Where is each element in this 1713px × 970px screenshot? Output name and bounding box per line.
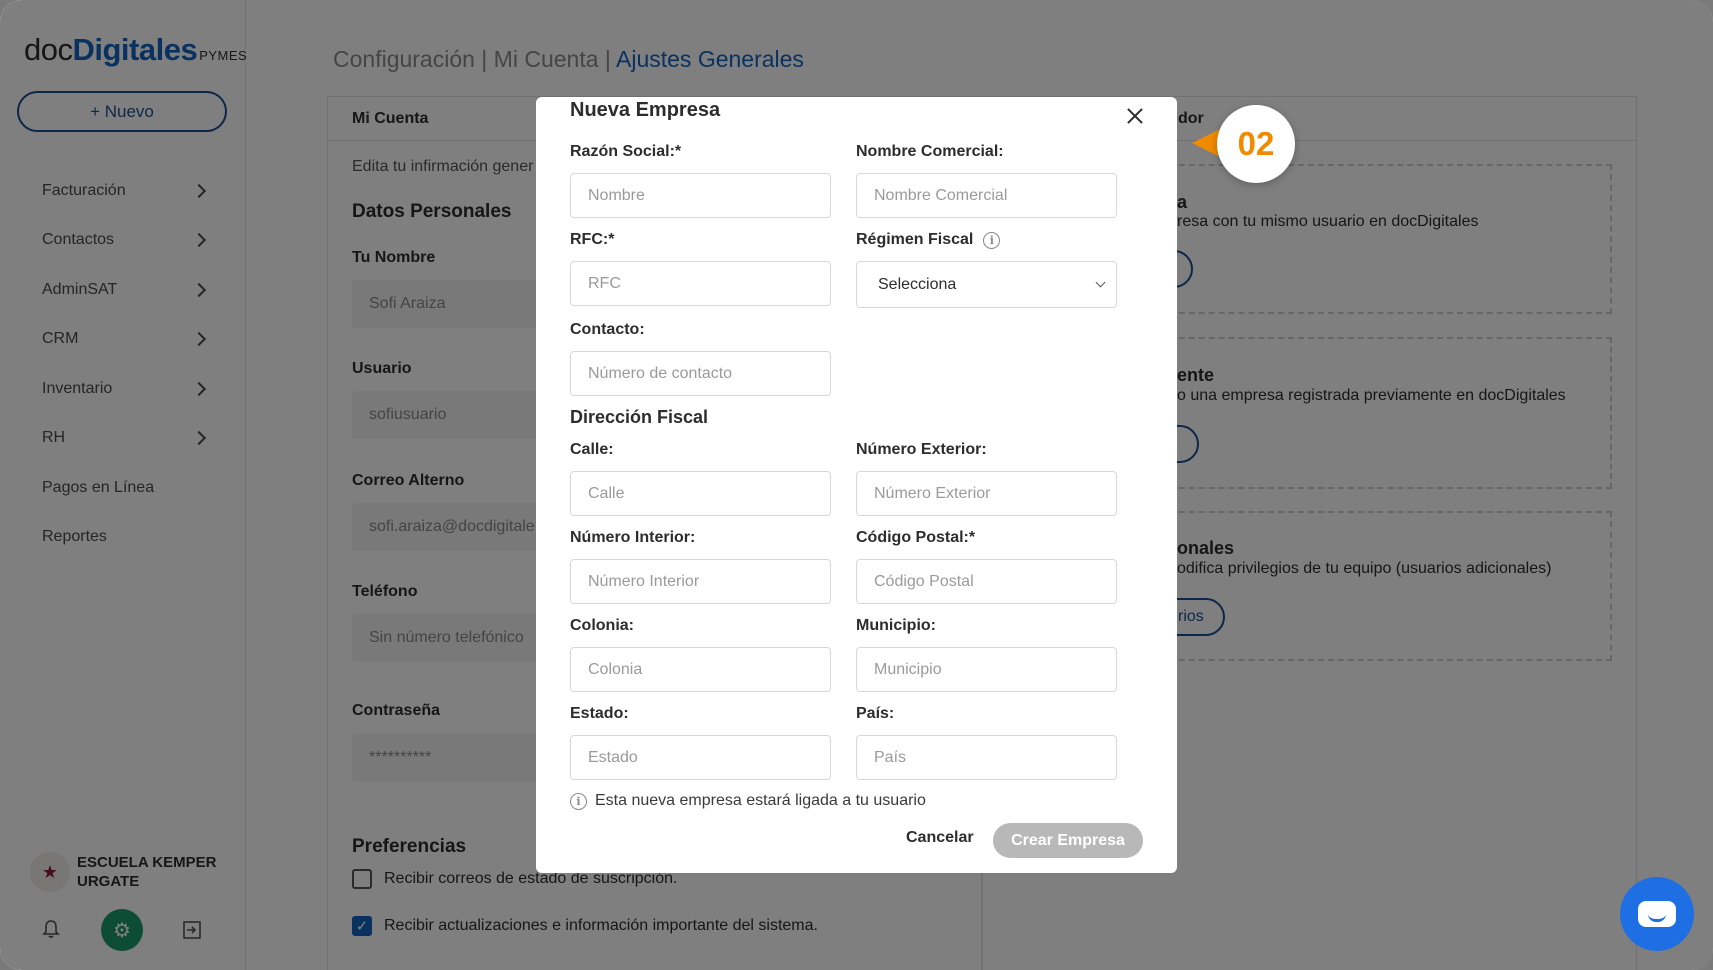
modal-title: Nueva Empresa (570, 99, 721, 121)
chevron-down-icon (1095, 277, 1106, 288)
chat-icon (1638, 901, 1676, 927)
pais-label: País: (856, 705, 895, 722)
estado-label: Estado: (570, 705, 629, 722)
numero-exterior-input[interactable] (856, 471, 1117, 516)
numero-exterior-label: Número Exterior: (856, 441, 987, 458)
info-icon[interactable]: i (983, 231, 1001, 249)
numero-interior-input[interactable] (570, 559, 831, 604)
step-callout: 02 (1217, 105, 1295, 183)
calle-label: Calle: (570, 441, 614, 458)
razon-social-label: Razón Social:* (570, 143, 682, 160)
regimen-fiscal-selected: Selecciona (878, 275, 957, 293)
info-icon: i (570, 792, 587, 810)
regimen-fiscal-select[interactable]: Selecciona (856, 261, 1117, 308)
regimen-fiscal-label: Régimen Fiscal i (856, 231, 1001, 249)
colonia-label: Colonia: (570, 617, 634, 634)
modal-note: i Esta nueva empresa estará ligada a tu u… (570, 792, 926, 810)
razon-social-input[interactable] (570, 173, 831, 218)
nombre-comercial-label: Nombre Comercial: (856, 143, 1004, 160)
cancel-button[interactable]: Cancelar (906, 829, 974, 847)
contacto-label: Contacto: (570, 321, 645, 338)
codigo-postal-label: Código Postal:* (856, 529, 976, 546)
rfc-input[interactable] (570, 261, 831, 306)
estado-input[interactable] (570, 735, 831, 780)
create-company-submit-button[interactable]: Crear Empresa (993, 823, 1143, 858)
pais-input[interactable] (856, 735, 1117, 780)
close-icon[interactable] (1124, 105, 1146, 127)
direccion-fiscal-title: Dirección Fiscal (570, 407, 709, 427)
app-window: docDigitalesPYMES + Nuevo Facturación Co… (0, 0, 1713, 970)
new-company-modal: Nueva Empresa Razón Social:* Nombre Come… (536, 97, 1177, 873)
nombre-comercial-input[interactable] (856, 173, 1117, 218)
municipio-label: Municipio: (856, 617, 936, 634)
colonia-input[interactable] (570, 647, 831, 692)
chat-button[interactable] (1620, 877, 1694, 951)
modal-note-text: Esta nueva empresa estará ligada a tu us… (595, 792, 926, 809)
contacto-input[interactable] (570, 351, 831, 396)
rfc-label: RFC:* (570, 231, 615, 248)
codigo-postal-input[interactable] (856, 559, 1117, 604)
numero-interior-label: Número Interior: (570, 529, 696, 546)
calle-input[interactable] (570, 471, 831, 516)
municipio-input[interactable] (856, 647, 1117, 692)
regimen-fiscal-label-text: Régimen Fiscal (856, 231, 974, 248)
